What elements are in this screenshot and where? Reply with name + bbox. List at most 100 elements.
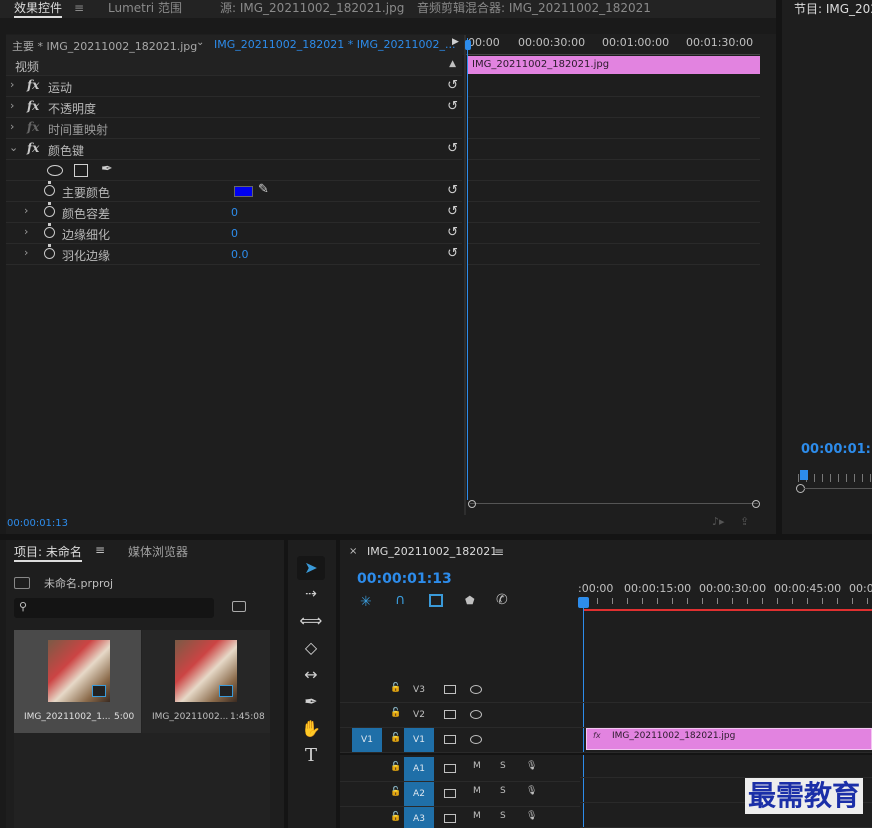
lock-icon[interactable]: 🔓	[390, 787, 401, 797]
reset-icon[interactable]: ↺	[447, 225, 458, 240]
program-time-ruler[interactable]	[798, 474, 872, 482]
track-name[interactable]: V2	[404, 703, 434, 727]
track-header-v3[interactable]: 🔓 V3	[340, 678, 580, 703]
type-tool-icon[interactable]: T	[297, 744, 325, 768]
track-header-v2[interactable]: 🔓 V2	[340, 703, 580, 728]
settings-wrench-icon[interactable]: ✆	[496, 592, 508, 608]
key-color-swatch[interactable]	[234, 186, 253, 197]
program-timecode[interactable]: 00:00:01:13	[801, 442, 872, 457]
param-value[interactable]: 0	[231, 206, 238, 219]
play-triangle-icon[interactable]: ▶	[452, 37, 459, 47]
lock-icon[interactable]: 🔓	[390, 733, 401, 743]
param-row-color-tolerance[interactable]: › 颜色容差 0 ↺	[6, 202, 462, 223]
collapse-up-icon[interactable]: ▲	[449, 59, 456, 69]
eyedropper-icon[interactable]: ✎	[258, 182, 269, 197]
lock-icon[interactable]: 🔓	[390, 683, 401, 693]
lock-icon[interactable]: 🔓	[390, 708, 401, 718]
fx-icon[interactable]: fx	[27, 78, 39, 92]
program-playhead[interactable]	[800, 470, 808, 480]
track-name[interactable]: A2	[404, 782, 434, 806]
track-header-a3[interactable]: 🔓 A3 M S 🎙	[340, 807, 580, 828]
chevron-right-icon[interactable]: ›	[24, 225, 28, 238]
track-select-tool-icon[interactable]: ⇢	[297, 582, 325, 606]
effect-row-time-remap[interactable]: › fx 时间重映射	[6, 118, 462, 139]
track-header-v1[interactable]: V1 🔓 V1	[340, 728, 580, 753]
chevron-right-icon[interactable]: ›	[10, 120, 14, 133]
chevron-down-icon[interactable]: ⌄	[9, 141, 18, 154]
project-menu-icon[interactable]: ≡	[95, 543, 105, 557]
ellipse-mask-icon[interactable]	[47, 165, 63, 176]
reset-icon[interactable]: ↺	[447, 183, 458, 198]
chevron-right-icon[interactable]: ›	[10, 99, 14, 112]
ec-clip-bar[interactable]: IMG_20211002_182021.jpg	[468, 56, 760, 74]
tab-program[interactable]: 节目: IMG_202	[794, 0, 872, 17]
project-search-input[interactable]: ⚲	[14, 598, 214, 618]
chevron-right-icon[interactable]: ›	[24, 246, 28, 259]
chevron-right-icon[interactable]: ›	[10, 78, 14, 91]
ec-current-time[interactable]: 00:00:01:13	[7, 518, 68, 529]
stopwatch-icon[interactable]	[44, 244, 55, 259]
stopwatch-icon[interactable]	[44, 181, 55, 196]
solo-button[interactable]: S	[500, 786, 506, 796]
ec-playhead-handle[interactable]	[465, 40, 471, 50]
program-zoom-bar[interactable]	[804, 488, 872, 489]
slip-tool-icon[interactable]: ↔	[297, 663, 325, 687]
razor-tool-icon[interactable]: ◇	[297, 636, 325, 660]
microphone-icon[interactable]: 🎙	[526, 811, 537, 821]
sequence-tab[interactable]: IMG_20211002_182021	[367, 545, 497, 558]
pen-mask-icon[interactable]: ✒	[101, 161, 113, 177]
reset-icon[interactable]: ↺	[447, 141, 458, 156]
lock-icon[interactable]: 🔓	[390, 812, 401, 822]
ec-playhead[interactable]	[467, 38, 468, 500]
chevron-right-icon[interactable]: ›	[24, 204, 28, 217]
source-patch-v1[interactable]: V1	[352, 728, 382, 752]
ec-timeline-ruler[interactable]: 00:00 00:00:30:00 00:01:00:00 00:01:30:0…	[466, 35, 760, 55]
param-row-key-color[interactable]: 主要颜色 ✎ ↺	[6, 181, 462, 202]
audio-scrub-icon[interactable]: ♪▸	[712, 515, 725, 528]
timeline-timecode[interactable]: 00:00:01:13	[357, 571, 452, 587]
sequence-clip-label[interactable]: IMG_20211002_182021 * IMG_20211002_...	[214, 38, 455, 51]
fx-icon[interactable]: fx	[27, 141, 39, 155]
param-value[interactable]: 0	[231, 227, 238, 240]
chevron-down-icon[interactable]: ⌄	[196, 37, 204, 48]
eye-icon[interactable]	[470, 685, 482, 694]
work-area-bar[interactable]	[584, 609, 872, 611]
microphone-icon[interactable]: 🎙	[526, 761, 537, 771]
lock-icon[interactable]: 🔓	[390, 762, 401, 772]
close-icon[interactable]: ×	[349, 546, 357, 557]
tab-lumetri[interactable]: Lumetri 范围	[108, 0, 182, 16]
mute-button[interactable]: M	[473, 786, 481, 796]
export-icon[interactable]: ⇪	[740, 515, 749, 528]
linked-selection-icon[interactable]	[429, 594, 443, 607]
sync-lock-film-icon[interactable]	[444, 685, 456, 694]
project-item[interactable]: IMG_20211002... 1:45:08	[142, 630, 270, 733]
rectangle-mask-icon[interactable]	[74, 164, 88, 177]
fx-icon[interactable]: fx	[27, 99, 39, 113]
reset-icon[interactable]: ↺	[447, 246, 458, 261]
mute-button[interactable]: M	[473, 811, 481, 821]
sync-lock-film-icon[interactable]	[444, 710, 456, 719]
param-row-edge-feather[interactable]: › 羽化边缘 0.0 ↺	[6, 244, 462, 265]
stopwatch-icon[interactable]	[44, 202, 55, 217]
track-header-a1[interactable]: 🔓 A1 M S 🎙	[340, 757, 580, 782]
clip-fx-badge[interactable]: fx	[593, 731, 601, 740]
timeline-clip-v1[interactable]: fx IMG_20211002_182021.jpg	[586, 728, 872, 750]
tab-effect-controls-menu-icon[interactable]: ≡	[74, 0, 84, 16]
snap-magnet-icon[interactable]: ∩	[395, 592, 405, 608]
add-marker-icon[interactable]: ⬟	[465, 594, 475, 607]
track-header-a2[interactable]: 🔓 A2 M S 🎙	[340, 782, 580, 807]
new-bin-search-icon[interactable]	[232, 601, 246, 612]
reset-icon[interactable]: ↺	[447, 204, 458, 219]
hand-tool-icon[interactable]: ✋	[297, 717, 325, 741]
timeline-ruler[interactable]: :00:00 00:00:15:00 00:00:30:00 00:00:45:…	[578, 578, 872, 610]
panel-divider[interactable]	[464, 35, 466, 515]
zoom-handle-right[interactable]	[752, 500, 760, 508]
sync-lock-film-icon[interactable]	[444, 814, 456, 823]
solo-button[interactable]: S	[500, 761, 506, 771]
mute-button[interactable]: M	[473, 761, 481, 771]
stopwatch-icon[interactable]	[44, 223, 55, 238]
sync-lock-film-icon[interactable]	[444, 735, 456, 744]
eye-icon[interactable]	[470, 710, 482, 719]
track-name[interactable]: A3	[404, 807, 434, 828]
param-row-edge-thin[interactable]: › 边缘细化 0 ↺	[6, 223, 462, 244]
